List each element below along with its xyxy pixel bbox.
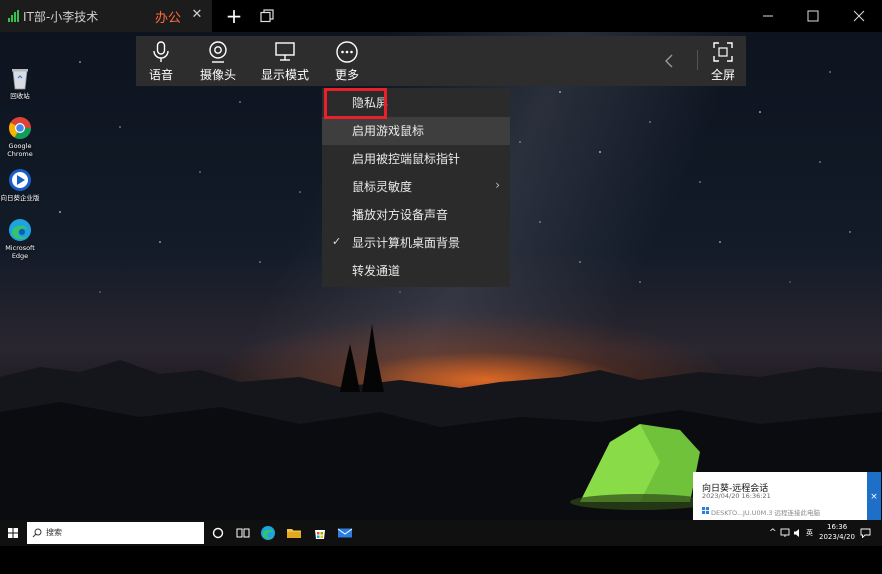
clock-date[interactable]: 2023/4/20	[819, 533, 855, 541]
microphone-icon	[153, 41, 169, 62]
session-tab[interactable]: IT部-小李技术 办公 ✕	[0, 0, 212, 32]
edge-taskbar-icon[interactable]	[260, 525, 276, 541]
camera-button[interactable]: 摄像头	[196, 36, 240, 86]
desktop-icon-sunlogin[interactable]: 向日葵企业版	[0, 168, 40, 202]
collapse-toolbar-icon[interactable]	[662, 53, 676, 69]
task-view-icon[interactable]	[235, 525, 251, 541]
fullscreen-icon	[713, 42, 733, 62]
input-method-indicator[interactable]: 英	[806, 528, 813, 538]
notification-close-button[interactable]: ×	[867, 472, 881, 522]
taskbar-search-box[interactable]: 搜索	[27, 522, 204, 544]
tray-chevron-icon[interactable]: ^	[769, 528, 777, 538]
search-icon	[32, 528, 42, 538]
store-icon[interactable]	[312, 525, 328, 541]
more-options-icon	[336, 41, 358, 63]
more-button[interactable]: 更多	[330, 36, 364, 86]
tab-close-icon[interactable]: ✕	[190, 6, 204, 24]
start-button[interactable]	[0, 520, 26, 546]
maximize-button[interactable]	[791, 0, 835, 32]
remote-desktop-window: IT部-小李技术 办公 ✕ + 回收站 Google Chrome 向日葵企业版…	[0, 0, 882, 574]
menu-item-remote-cursor[interactable]: 启用被控端鼠标指针	[322, 145, 510, 173]
chrome-icon	[9, 117, 31, 139]
action-center-icon[interactable]	[860, 528, 871, 538]
minimize-button[interactable]	[746, 0, 790, 32]
window-bottom-area	[0, 546, 882, 574]
menu-item-remote-sound[interactable]: 播放对方设备声音	[322, 201, 510, 229]
edge-icon	[9, 219, 31, 241]
recycle-bin-icon	[12, 69, 28, 90]
signal-strength-icon	[8, 10, 20, 22]
title-bar: IT部-小李技术 办公 ✕ +	[0, 0, 882, 32]
submenu-arrow-icon: ›	[495, 178, 500, 192]
notification-toast[interactable]: 向日葵-远程会话 2023/04/20 16:36:21 DESKTO...JU…	[693, 472, 881, 522]
webcam-icon	[209, 41, 227, 63]
new-tab-button[interactable]: +	[225, 3, 243, 29]
cortana-icon[interactable]	[210, 525, 226, 541]
tab-status: 办公	[155, 11, 182, 26]
clock-time[interactable]: 16:36	[827, 523, 847, 531]
annotation-highlight-box	[324, 88, 387, 119]
desktop-icon-chrome[interactable]: Google Chrome	[0, 116, 40, 158]
file-explorer-icon[interactable]	[286, 525, 302, 541]
menu-item-forward-channel[interactable]: 转发通道	[322, 257, 510, 285]
volume-icon[interactable]	[793, 528, 803, 538]
windows-taskbar: 搜索 ^ 英 16:36 2023/4/20	[0, 520, 882, 546]
display-mode-button[interactable]: 显示模式	[258, 36, 312, 86]
windows-logo-icon	[702, 507, 709, 514]
remote-control-toolbar: 语音 摄像头 显示模式 更多 全屏	[136, 36, 746, 86]
fullscreen-button[interactable]: 全屏	[706, 36, 740, 86]
close-window-button[interactable]	[837, 0, 881, 32]
voice-button[interactable]: 语音	[144, 36, 178, 86]
desktop-icon-recycle-bin[interactable]: 回收站	[0, 66, 40, 100]
duplicate-window-icon[interactable]	[260, 9, 274, 23]
mail-icon[interactable]	[337, 525, 353, 541]
desktop-icon-edge[interactable]: Microsoft Edge	[0, 218, 40, 260]
menu-item-desktop-background[interactable]: ✓ 显示计算机桌面背景	[322, 229, 510, 257]
network-icon[interactable]	[780, 528, 790, 538]
tab-title: IT部-小李技术	[23, 10, 99, 24]
menu-item-mouse-sensitivity[interactable]: 鼠标灵敏度 ›	[322, 173, 510, 201]
sunlogin-icon	[9, 169, 31, 191]
checkmark-icon: ✓	[332, 235, 342, 248]
menu-item-game-mouse[interactable]: 启用游戏鼠标	[322, 117, 510, 145]
monitor-icon	[275, 42, 295, 61]
toolbar-separator	[697, 50, 698, 70]
